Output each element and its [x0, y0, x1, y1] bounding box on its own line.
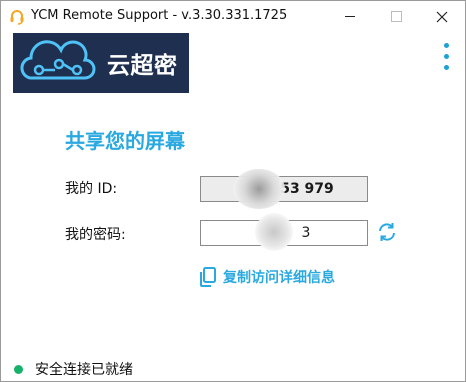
- close-button[interactable]: [419, 1, 465, 32]
- close-icon: [436, 11, 448, 22]
- kebab-menu-icon[interactable]: [441, 43, 451, 77]
- refresh-icon[interactable]: [376, 221, 398, 243]
- cloud-network-icon: [20, 40, 96, 80]
- id-label: 我的 ID:: [65, 181, 118, 197]
- status-dot-icon: [14, 364, 23, 374]
- id-value: 53 979: [280, 181, 334, 197]
- minimize-button[interactable]: [327, 1, 373, 32]
- page-heading: 共享您的屏幕: [65, 129, 185, 153]
- password-value: 3: [301, 225, 311, 241]
- status-text: 安全连接已就绪: [35, 362, 133, 378]
- id-redaction: [233, 169, 285, 209]
- minimize-icon: [345, 16, 355, 17]
- title-bar[interactable]: YCM Remote Support - v.3.30.331.1725: [1, 1, 465, 32]
- brand-logo: 云超密: [13, 33, 189, 93]
- window-title: YCM Remote Support - v.3.30.331.1725: [31, 8, 288, 23]
- copy-icon: [200, 267, 216, 287]
- password-redaction: [255, 213, 293, 251]
- headset-app-icon: [10, 10, 24, 25]
- connection-status: 安全连接已就绪: [14, 359, 133, 379]
- copy-access-details-link[interactable]: 复制访问详细信息: [199, 267, 335, 287]
- password-label: 我的密码:: [65, 227, 126, 243]
- copy-link-label: 复制访问详细信息: [223, 270, 335, 286]
- app-window: YCM Remote Support - v.3.30.331.1725 云超密…: [0, 0, 466, 382]
- logo-text: 云超密: [107, 53, 178, 79]
- maximize-icon: [390, 11, 402, 22]
- maximize-button[interactable]: [373, 1, 419, 32]
